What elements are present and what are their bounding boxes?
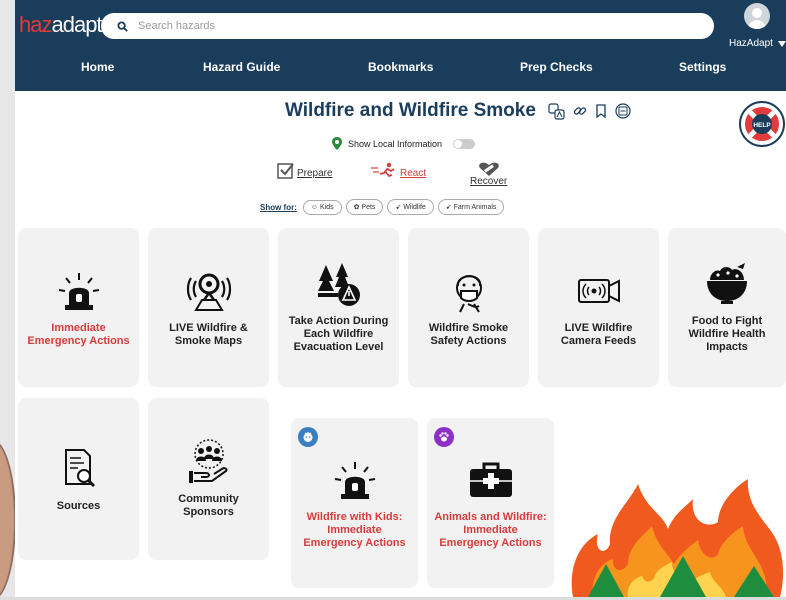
local-info-toggle[interactable] (453, 138, 476, 149)
filter-chip-kids[interactable]: ☺ Kids (302, 199, 342, 215)
bookmark-icon[interactable] (595, 104, 607, 118)
card-label: Immediate Emergency Actions (27, 321, 130, 347)
title-row: Wildfire and Wildfire Smoke (285, 100, 631, 122)
nav-bookmarks[interactable]: Bookmarks (368, 60, 433, 74)
card-label: LIVE Wildfire Camera Feeds (560, 321, 637, 347)
document-search-icon (64, 448, 95, 487)
map-pin-broadcast-icon (186, 273, 231, 311)
first-aid-kit-icon (469, 462, 512, 497)
user-name: HazAdapt (729, 38, 773, 49)
card-animals-and-wildfire[interactable]: Animals and Wildfire: Immediate Emergenc… (427, 418, 554, 588)
card-label: Animals and Wildfire: Immediate Emergenc… (434, 510, 547, 549)
pdf-icon[interactable] (615, 103, 631, 119)
siren-icon (334, 461, 375, 499)
location-pin-icon (332, 137, 342, 150)
card-label: Sources (56, 499, 101, 512)
title-actions (548, 102, 631, 120)
filter-chip-farm-animals[interactable]: ➹ Farm Animals (437, 199, 505, 215)
link-icon[interactable] (573, 104, 587, 118)
search-input[interactable] (138, 20, 678, 32)
checkbox-icon (277, 163, 294, 179)
food-bowl-icon (707, 263, 747, 304)
paw-badge-icon (434, 427, 454, 447)
kids-badge-icon (298, 427, 318, 447)
card-label: Wildfire Smoke Safety Actions (428, 321, 509, 347)
main-nav: Home Hazard Guide Bookmarks Prep Checks … (15, 60, 786, 80)
search-bar[interactable] (101, 13, 714, 39)
local-info-label: Show Local Information (348, 138, 443, 149)
card-live-wildfire-smoke-maps[interactable]: LIVE Wildfire & Smoke Maps (148, 228, 269, 387)
card-label: Community Sponsors (178, 493, 239, 518)
user-menu[interactable]: HazAdapt (729, 38, 786, 49)
card-immediate-emergency-actions[interactable]: Immediate Emergency Actions (18, 228, 139, 387)
running-person-icon (371, 162, 395, 178)
nav-home[interactable]: Home (81, 60, 114, 74)
camera-feed-icon (577, 278, 620, 303)
card-live-camera-feeds[interactable]: LIVE Wildfire Camera Feeds (538, 228, 659, 387)
help-label: HELP (753, 122, 771, 129)
filter-chip-pets[interactable]: ✿ Pets (345, 199, 384, 215)
card-label: Food to Fight Wildfire Health Impacts (688, 315, 766, 353)
card-label: Wildfire with Kids: Immediate Emergency … (303, 510, 406, 549)
show-for-label: Show for: (260, 202, 297, 212)
page-title: Wildfire and Wildfire Smoke (285, 100, 536, 121)
nav-hazard-guide[interactable]: Hazard Guide (203, 60, 280, 74)
app-window: hazadapt HazAdapt Home Hazard Guide Book… (15, 0, 786, 597)
help-button[interactable]: HELP (739, 101, 785, 147)
app-logo[interactable]: hazadapt (19, 12, 103, 38)
face-mask-icon (455, 274, 482, 313)
card-label: Take Action During Each Wildfire Evacuat… (288, 315, 389, 353)
user-avatar[interactable] (744, 3, 770, 29)
siren-icon (58, 272, 99, 310)
tab-react[interactable]: React (371, 162, 426, 179)
background-photo-edge (0, 0, 16, 600)
card-food-health-impacts[interactable]: Food to Fight Wildfire Health Impacts (668, 228, 786, 387)
card-wildfire-with-kids[interactable]: Wildfire with Kids: Immediate Emergency … (291, 418, 418, 588)
phase-tabs: Prepare React Recover (15, 162, 786, 187)
nav-settings[interactable]: Settings (679, 60, 726, 74)
tab-recover[interactable]: Recover (470, 162, 507, 187)
chevron-down-icon (777, 40, 786, 47)
search-icon (117, 20, 128, 32)
local-info-toggle-row: Show Local Information (332, 137, 476, 150)
show-for-filters: Show for: ☺ Kids ✿ Pets ➹ Wildlife ➹ Far… (260, 199, 505, 215)
filter-chip-wildlife[interactable]: ➹ Wildlife (387, 199, 434, 215)
bandaged-heart-icon (478, 162, 499, 176)
community-hand-icon (188, 439, 227, 483)
tab-prepare[interactable]: Prepare (277, 162, 333, 179)
top-bar: hazadapt HazAdapt Home Hazard Guide Book… (15, 0, 786, 91)
nav-prep-checks[interactable]: Prep Checks (520, 60, 593, 74)
wildfire-illustration (571, 479, 784, 597)
forest-warning-icon (317, 263, 360, 306)
translate-icon[interactable] (548, 102, 565, 120)
card-smoke-safety-actions[interactable]: Wildfire Smoke Safety Actions (408, 228, 529, 387)
card-label: LIVE Wildfire & Smoke Maps (169, 321, 248, 347)
card-community-sponsors[interactable]: Community Sponsors (148, 398, 269, 560)
card-sources[interactable]: Sources (18, 398, 139, 560)
card-evacuation-levels[interactable]: Take Action During Each Wildfire Evacuat… (278, 228, 399, 387)
